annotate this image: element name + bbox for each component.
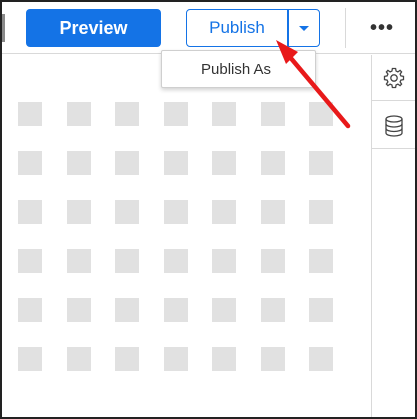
toolbar-edge (2, 14, 5, 42)
grid-placeholder-cell (163, 102, 188, 126)
grid-placeholder-cell (309, 151, 333, 175)
settings-button[interactable] (372, 55, 415, 101)
annotation-arrow (276, 40, 351, 129)
grid-placeholder-cell (212, 200, 236, 224)
grid-placeholder-cell (309, 200, 333, 224)
more-icon: ••• (369, 16, 394, 39)
grid-placeholder-cell (66, 347, 91, 371)
grid-placeholder-cell (212, 347, 236, 371)
grid-placeholder-cell (212, 102, 236, 126)
grid-placeholder-cell (163, 249, 188, 273)
grid-placeholder-cell (260, 298, 285, 322)
database-icon (385, 114, 403, 137)
grid-placeholder-cell (212, 151, 236, 175)
preview-button[interactable]: Preview (26, 9, 161, 47)
grid-placeholder-cell (18, 102, 42, 126)
grid-placeholder-cell (309, 347, 333, 371)
grid-placeholder-cell (115, 200, 139, 224)
grid-placeholder-cell (18, 249, 42, 273)
grid-placeholder-cell (309, 298, 333, 322)
grid-placeholder-cell (309, 249, 333, 273)
grid-placeholder-cell (18, 200, 42, 224)
grid-placeholder-cell (163, 347, 188, 371)
gear-icon (383, 67, 405, 88)
grid-placeholder-cell (115, 347, 139, 371)
grid-placeholder-cell (260, 347, 285, 371)
grid-placeholder-cell (18, 347, 42, 371)
grid-placeholder-cell (115, 102, 139, 126)
grid-placeholder-cell (115, 249, 139, 273)
grid-placeholder-cell (66, 200, 91, 224)
grid-placeholder-cell (66, 298, 91, 322)
grid-placeholder-cell (212, 298, 236, 322)
grid-placeholder-cell (18, 151, 42, 175)
right-rail (371, 55, 415, 417)
grid-placeholder-cell (115, 151, 139, 175)
grid-placeholder-cell (260, 200, 285, 224)
grid-placeholder-cell (260, 249, 285, 273)
app-window: Preview Publish ••• Publish As (0, 0, 417, 419)
grid-placeholder-cell (163, 151, 188, 175)
grid-placeholder-cell (18, 298, 42, 322)
data-button[interactable] (372, 103, 415, 149)
grid-placeholder-cell (163, 200, 188, 224)
grid-placeholder-cell (260, 151, 285, 175)
grid-placeholder-cell (163, 298, 188, 322)
grid-placeholder-cell (115, 298, 139, 322)
grid-placeholder-cell (66, 151, 91, 175)
grid-placeholder-cell (66, 249, 91, 273)
more-options-button[interactable]: ••• (360, 12, 404, 44)
chevron-down-icon (299, 25, 309, 31)
grid-placeholder-cell (212, 249, 236, 273)
grid-placeholder-cell (66, 102, 91, 126)
